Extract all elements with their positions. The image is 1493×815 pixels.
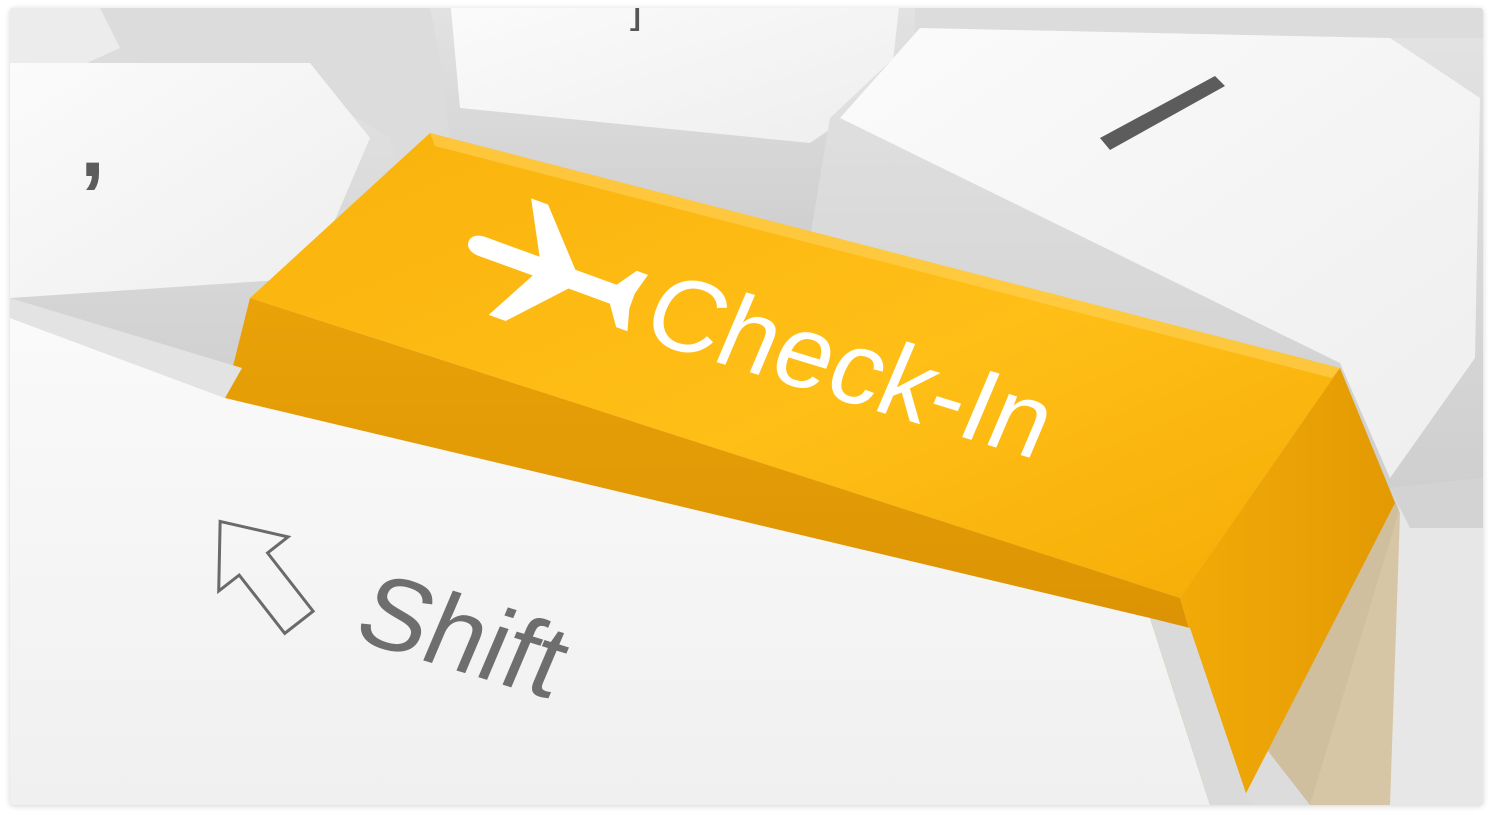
comma-legend: , [80,96,105,196]
bracket-legend: ] [630,8,642,32]
keyboard-photo: ] , / [10,8,1483,805]
keyboard-scene: ] , / [10,8,1483,805]
